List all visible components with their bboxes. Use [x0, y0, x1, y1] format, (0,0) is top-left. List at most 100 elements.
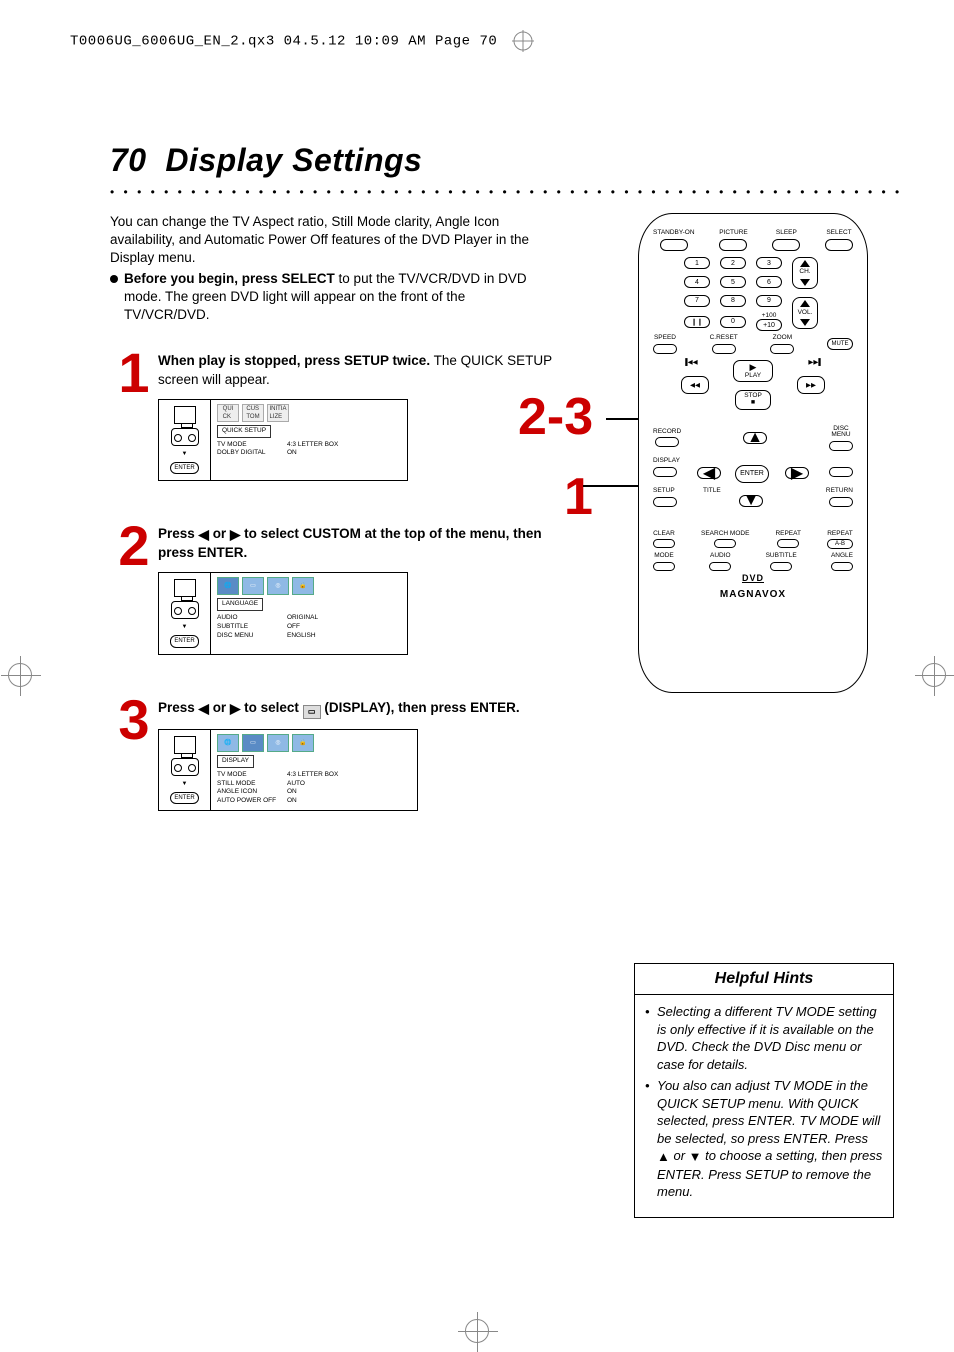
num-1[interactable]: 1 [684, 257, 710, 269]
down-button[interactable]: ▼ [739, 495, 763, 507]
pause-button[interactable]: ❙❙ [684, 316, 710, 328]
ff-button[interactable]: ▶▶ [797, 376, 825, 394]
standby-button[interactable] [660, 239, 688, 251]
zoom-button[interactable] [770, 344, 794, 354]
return-button-pill[interactable] [829, 467, 853, 477]
osd-tab: ◎ [267, 734, 289, 752]
intro-paragraph: You can change the TV Aspect ratio, Stil… [110, 213, 550, 324]
left-triangle-icon: ◀ [199, 700, 209, 718]
sleep-button[interactable] [772, 239, 800, 251]
step-number-2: 2 [110, 521, 158, 655]
right-button[interactable]: ▶ [785, 467, 809, 479]
num-4[interactable]: 4 [684, 276, 710, 288]
remote-diagram-region: 2-3 1 STANDBY-ON PICTURE SLEEP SELECT 1 … [608, 213, 898, 693]
num-0[interactable]: 0 [720, 316, 746, 328]
header-text: T0006UG_6006UG_EN_2.qx3 04.5.12 10:09 AM… [70, 34, 497, 50]
rew-button[interactable]: ◀◀ [681, 376, 709, 394]
osd-tab: 🔒 [292, 734, 314, 752]
callout-1: 1 [564, 471, 593, 523]
nav-cluster: DISPLAY ◀ ENTER ▶ SETUP TITLE ▼ RETURN [653, 457, 853, 527]
speed-button[interactable] [653, 344, 677, 354]
num-9[interactable]: 9 [756, 295, 782, 307]
angle-button[interactable] [831, 562, 853, 571]
osd-tab: INITIALIZE [267, 404, 289, 422]
num-3[interactable]: 3 [756, 257, 782, 269]
osd-category: DISPLAY [217, 755, 254, 768]
intro-bullet: Before you begin, press SELECT to put th… [124, 270, 550, 325]
left-triangle-icon: ◀ [199, 526, 209, 544]
num-2[interactable]: 2 [720, 257, 746, 269]
registration-mark-icon [465, 1319, 489, 1343]
osd-screenshot-2: ▼ ENTER 🌐 ▭ ◎ 🔒 LANGUAGE AUDIOORIGINAL [158, 572, 408, 654]
down-triangle-icon: ▼ [689, 1148, 702, 1166]
osd-category: QUICK SETUP [217, 425, 271, 438]
vol-rocker[interactable]: VOL. [792, 297, 818, 329]
tv-icon [174, 736, 196, 754]
num-8[interactable]: 8 [720, 295, 746, 307]
skip-fwd-icon: ▶▶▌ [808, 360, 823, 367]
audio-button[interactable] [709, 562, 731, 571]
registration-mark-icon [922, 663, 946, 687]
discmenu-button[interactable] [829, 441, 853, 451]
remote-mini-icon [171, 758, 199, 776]
helpful-hints-box: Helpful Hints •Selecting a different TV … [634, 963, 894, 1218]
osd-category: LANGUAGE [217, 598, 263, 611]
osd-tab: CUSTOM [242, 404, 264, 422]
mode-button[interactable] [653, 562, 675, 571]
display-icon: ▭ [303, 705, 321, 719]
enter-button[interactable]: ENTER [735, 465, 769, 483]
display-button[interactable] [653, 467, 677, 477]
print-header: T0006UG_6006UG_EN_2.qx3 04.5.12 10:09 AM… [70, 30, 904, 52]
title-text: Display Settings [165, 142, 422, 178]
plus10-button[interactable]: +10 [756, 319, 782, 331]
stop-button[interactable]: STOP■ [735, 390, 771, 410]
num-6[interactable]: 6 [756, 276, 782, 288]
enter-mini: ENTER [170, 462, 198, 474]
right-triangle-icon: ▶ [230, 526, 240, 544]
bullet-icon [110, 275, 118, 283]
dvd-logo: DVD [653, 573, 853, 583]
osd-tab: QUICK [217, 404, 239, 422]
hint-item: •You also can adjust TV MODE in the QUIC… [645, 1077, 883, 1201]
num-5[interactable]: 5 [720, 276, 746, 288]
tv-icon [174, 579, 196, 597]
tv-icon [174, 406, 196, 424]
osd-tab: 🌐 [217, 734, 239, 752]
picture-button[interactable] [719, 239, 747, 251]
ch-rocker[interactable]: CH. [792, 257, 818, 289]
left-button[interactable]: ◀ [697, 467, 721, 479]
play-button[interactable]: ▶PLAY [733, 360, 773, 382]
brand-logo: MAGNAVOX [653, 589, 853, 600]
searchmode-button[interactable] [714, 539, 736, 548]
transport-cluster: ▶PLAY STOP■ ◀◀ ▶▶ ▐◀◀ ▶▶▌ [653, 360, 853, 426]
osd-tab: ▭ [242, 734, 264, 752]
enter-mini: ENTER [170, 635, 198, 647]
osd-tab: ▭ [242, 577, 264, 595]
remote-control: STANDBY-ON PICTURE SLEEP SELECT 1 2 3 CH… [638, 213, 868, 693]
page-number: 70 [110, 142, 147, 178]
repeat-ab-button[interactable]: A-B [827, 539, 853, 549]
step-1: 1 When play is stopped, press SETUP twic… [110, 348, 570, 481]
registration-mark-icon [512, 30, 534, 52]
creset-button[interactable] [712, 344, 736, 354]
registration-mark-icon [8, 663, 32, 687]
step-number-3: 3 [110, 695, 158, 812]
select-button[interactable] [825, 239, 853, 251]
record-button[interactable] [655, 437, 679, 447]
right-triangle-icon: ▶ [230, 700, 240, 718]
mute-button[interactable]: MUTE [827, 338, 853, 350]
osd-tab: ◎ [267, 577, 289, 595]
clear-button[interactable] [653, 539, 675, 548]
up-triangle-icon: ▲ [657, 1148, 670, 1166]
repeat-button[interactable] [777, 539, 799, 548]
setup-button[interactable] [653, 497, 677, 507]
skip-back-icon: ▐◀◀ [683, 360, 698, 367]
osd-screenshot-3: ▼ ENTER 🌐 ▭ ◎ 🔒 DISPLAY TV MODE4:3 LETTE… [158, 729, 418, 811]
remote-mini-icon [171, 601, 199, 619]
return-button[interactable] [829, 497, 853, 507]
num-7[interactable]: 7 [684, 295, 710, 307]
step-3: 3 Press ◀ or ▶ to select ▭ (DISPLAY), th… [110, 695, 570, 812]
subtitle-button[interactable] [770, 562, 792, 571]
dotted-rule: • • • • • • • • • • • • • • • • • • • • … [110, 185, 904, 199]
up-button[interactable]: ▲ [743, 432, 767, 444]
